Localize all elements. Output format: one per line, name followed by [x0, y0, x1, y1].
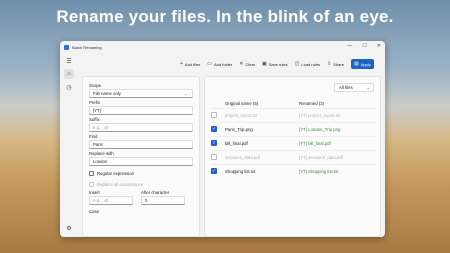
- toolbar: + Add files ▭ Add folder ✕ Clear ▣ Save rule…: [180, 58, 374, 70]
- share-icon: ⇪: [327, 61, 332, 67]
- scope-select[interactable]: File name only ⌄: [89, 89, 193, 98]
- replace-input[interactable]: London: [89, 157, 193, 166]
- insert-input[interactable]: e.g. _v2: [89, 196, 133, 205]
- rules-panel: Scope File name only ⌄ Prefix [YT] Suffix…: [82, 76, 200, 237]
- share-button[interactable]: ⇪ Share: [327, 61, 344, 67]
- apply-label: Apply: [360, 61, 371, 67]
- window-title: Batch Renaming: [72, 44, 102, 50]
- chevron-down-icon: ⌄: [366, 85, 370, 90]
- file-row[interactable]: ✓ Shopping list.txt [YT] Shopping list.txt: [211, 164, 376, 177]
- file-row[interactable]: ✓ bill_final.pdf [YT] bill_final.pdf: [211, 136, 376, 149]
- file-row[interactable]: session2_data.pdf [YT] session2_data.pdf: [211, 150, 376, 163]
- clear-button[interactable]: ✕ Clear: [239, 61, 255, 67]
- suffix-input[interactable]: e.g. _v2: [89, 123, 193, 132]
- renamed-file-name: [YT] bill_final.pdf: [299, 140, 331, 146]
- regex-label: Regular expression: [97, 170, 135, 176]
- regex-option[interactable]: Regular expression: [89, 169, 193, 177]
- renamed-file-name: [YT] session2_data.pdf: [299, 154, 343, 160]
- replace-all-checkbox: [89, 181, 94, 187]
- load-rules-label: Load rules: [301, 61, 321, 67]
- save-rules-label: Save rules: [268, 61, 288, 67]
- renamed-file-name: [YT] Shopping list.txt: [299, 168, 339, 174]
- app-window: Batch Renaming — ☐ ✕ ☰ ⌂ ◷ ⚙ + Add files …: [60, 41, 385, 237]
- add-files-button[interactable]: + Add files: [180, 61, 200, 67]
- plus-icon: +: [180, 61, 183, 67]
- marketing-headline: Rename your files. In the blink of an ey…: [56, 7, 394, 26]
- navigation-rail: ☰ ⌂ ◷ ⚙: [60, 53, 78, 237]
- after-character-input[interactable]: 0: [141, 196, 185, 205]
- settings-gear-icon[interactable]: ⚙: [64, 223, 74, 233]
- renamed-header[interactable]: Renamed (3): [299, 101, 324, 106]
- home-icon[interactable]: ⌂: [64, 69, 74, 79]
- file-table-header: Original name (5) Renamed (3): [211, 99, 376, 108]
- folder-icon: ▭: [207, 61, 212, 67]
- find-input[interactable]: Paris: [89, 140, 193, 149]
- save-icon: ▣: [262, 61, 267, 67]
- title-bar[interactable]: Batch Renaming — ☐ ✕: [60, 41, 385, 53]
- original-file-name: project_report.txt: [225, 112, 258, 118]
- history-icon[interactable]: ◷: [64, 82, 74, 92]
- clear-label: Clear: [245, 61, 255, 67]
- file-row-checkbox[interactable]: [211, 112, 217, 118]
- share-label: Share: [333, 61, 344, 67]
- save-rules-button[interactable]: ▣ Save rules: [262, 61, 288, 67]
- add-folder-label: Add folder: [214, 61, 233, 67]
- apply-button[interactable]: ▤ Apply: [350, 59, 374, 69]
- file-list-panel: All files ⌄ Original name (5) Renamed (3)…: [204, 76, 381, 237]
- original-file-name: Paris_Trip.png: [225, 126, 253, 132]
- maximize-icon[interactable]: ☐: [362, 43, 366, 49]
- app-logo-icon: [64, 44, 69, 50]
- menu-icon[interactable]: ☰: [64, 56, 74, 66]
- original-name-header[interactable]: Original name (5): [225, 101, 258, 106]
- apply-icon: ▤: [353, 61, 359, 67]
- file-row[interactable]: project_report.txt [YT] project_report.tx…: [211, 108, 376, 121]
- file-row-checkbox[interactable]: [211, 154, 217, 160]
- minimize-icon[interactable]: —: [347, 43, 352, 49]
- add-files-label: Add files: [184, 61, 201, 67]
- regex-checkbox[interactable]: [89, 170, 94, 176]
- chevron-down-icon: ⌄: [184, 91, 188, 96]
- case-label: Case: [89, 209, 100, 214]
- close-icon[interactable]: ✕: [377, 43, 381, 49]
- file-row-checkbox[interactable]: ✓: [211, 126, 217, 132]
- clear-x-icon: ✕: [239, 61, 244, 67]
- file-row-checkbox[interactable]: ✓: [211, 140, 217, 146]
- original-file-name: Shopping list.txt: [225, 168, 256, 174]
- file-row-checkbox[interactable]: ✓: [211, 168, 217, 174]
- load-icon: ◫: [294, 61, 300, 67]
- add-folder-button[interactable]: ▭ Add folder: [207, 61, 232, 67]
- file-filter-select[interactable]: All files ⌄: [334, 83, 374, 92]
- renamed-file-name: [YT] London_Trip.png: [299, 126, 341, 132]
- file-filter-value: All files: [339, 85, 353, 90]
- renamed-file-name: [YT] project_report.txt: [299, 112, 341, 118]
- prefix-input[interactable]: [YT]: [89, 106, 193, 115]
- file-row[interactable]: ✓ Paris_Trip.png [YT] London_Trip.png: [211, 122, 376, 135]
- scope-value: File name only: [93, 91, 121, 96]
- original-file-name: session2_data.pdf: [225, 154, 260, 160]
- replace-all-label: Replace all occurrences: [97, 181, 143, 187]
- load-rules-button[interactable]: ◫ Load rules: [295, 61, 320, 67]
- replace-all-option: Replace all occurrences: [89, 180, 193, 188]
- original-file-name: bill_final.pdf: [225, 140, 248, 146]
